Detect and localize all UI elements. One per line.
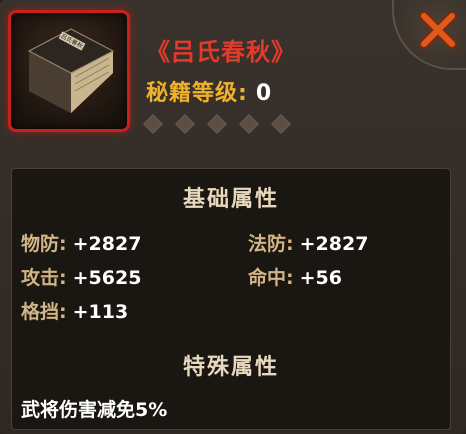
item-detail-panel: 吕氏春秋 《吕氏春秋》 秘籍等级: 0 基础属性 物防: +2827 法防: +282… — [0, 0, 466, 434]
stat-label: 物防: — [21, 233, 67, 255]
stat-value: +2827 — [72, 233, 142, 255]
special-attributes-title: 特殊属性 — [182, 355, 279, 380]
book-icon: 吕氏春秋 — [27, 28, 115, 113]
stat-hit: 命中: +56 — [248, 263, 342, 290]
star-icon — [239, 114, 260, 134]
stat-value: +2827 — [299, 233, 369, 255]
special-attribute-text: 武将伤害减免5% — [21, 399, 168, 421]
stat-value: +56 — [299, 267, 342, 289]
stat-label: 攻击: — [21, 267, 67, 289]
level-label: 秘籍等级: — [146, 81, 248, 106]
stat-label: 格挡: — [21, 301, 67, 323]
level-row: 秘籍等级: 0 — [146, 75, 272, 107]
stat-label: 法防: — [248, 233, 294, 255]
level-stars — [143, 114, 301, 138]
close-icon — [419, 11, 457, 49]
stat-value: +113 — [72, 301, 129, 323]
base-attributes-title: 基础属性 — [182, 187, 279, 212]
stats-box: 基础属性 物防: +2827 法防: +2827 攻击: +5625 命中: +56 格… — [11, 168, 451, 430]
star-icon — [271, 114, 292, 134]
star-icon — [143, 114, 163, 134]
item-icon-frame[interactable]: 吕氏春秋 — [8, 10, 130, 132]
stat-physical-defense: 物防: +2827 — [21, 229, 141, 256]
stat-attack: 攻击: +5625 — [21, 263, 141, 290]
stat-magic-defense: 法防: +2827 — [248, 229, 368, 256]
star-icon — [175, 114, 195, 134]
star-icon — [207, 114, 228, 134]
stat-label: 命中: — [248, 267, 294, 289]
stat-value: +5625 — [72, 267, 142, 289]
item-title: 《吕氏春秋》 — [146, 38, 296, 66]
stat-block: 格挡: +113 — [21, 297, 128, 324]
close-button[interactable] — [392, 0, 466, 70]
level-value: 0 — [255, 81, 273, 106]
